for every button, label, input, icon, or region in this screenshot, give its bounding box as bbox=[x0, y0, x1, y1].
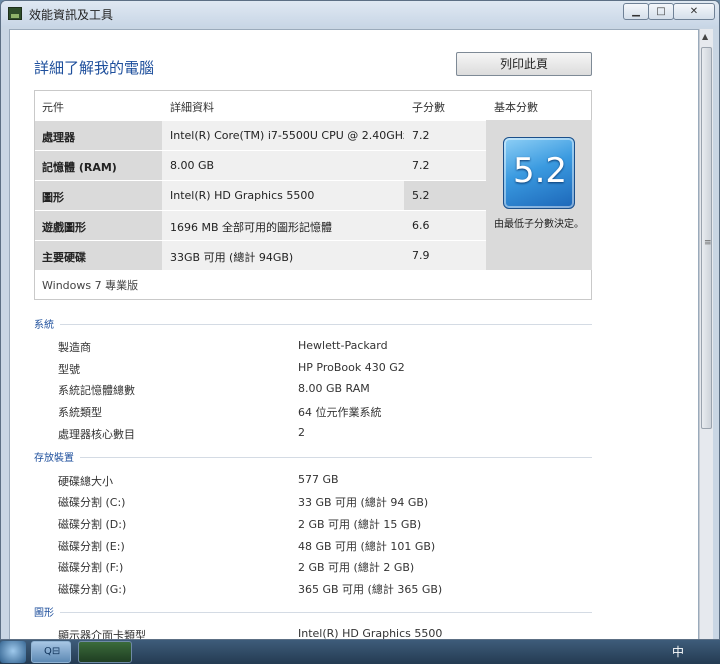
base-score-value: 5.2 bbox=[512, 151, 568, 191]
score-table: 元件 詳細資料 子分數 基本分數 處理器 Intel(R) Core(TM) i… bbox=[34, 90, 592, 300]
detail-cell: Intel(R) HD Graphics 5500 bbox=[162, 181, 404, 210]
base-score-note: 由最低子分數決定。 bbox=[494, 219, 584, 230]
vertical-scrollbar[interactable]: ▲ ≡ bbox=[699, 29, 713, 639]
component-cell: 記憶體 (RAM) bbox=[35, 151, 162, 180]
component-cell: 圖形 bbox=[35, 181, 162, 210]
start-button[interactable] bbox=[0, 641, 26, 663]
info-key: 處理器核心數目 bbox=[58, 428, 135, 441]
info-value: 48 GB 可用 (總計 101 GB) bbox=[298, 540, 436, 553]
header-detail: 詳細資料 bbox=[170, 101, 214, 114]
base-score-panel: 5.2 由最低子分數決定。 bbox=[486, 120, 592, 270]
subscore-cell: 7.2 bbox=[404, 121, 486, 150]
header-component: 元件 bbox=[42, 101, 64, 114]
maximize-button[interactable]: □ bbox=[648, 3, 674, 20]
subscore-cell: 6.6 bbox=[404, 211, 486, 240]
detail-cell: 1696 MB 全部可用的圖形記憶體 bbox=[162, 211, 404, 240]
window-title: 效能資訊及工具 bbox=[29, 8, 114, 22]
taskbar: Q⊟ 中 bbox=[0, 640, 720, 664]
info-key: 磁碟分割 (E:) bbox=[58, 540, 125, 553]
taskbar-app-thumbnail[interactable] bbox=[78, 641, 132, 663]
section-heading-system: 系統 bbox=[34, 320, 54, 331]
info-key: 磁碟分割 (G:) bbox=[58, 583, 127, 596]
section-divider bbox=[60, 612, 592, 613]
component-cell: 處理器 bbox=[35, 121, 162, 150]
content-pane: 詳細了解我的電腦 列印此頁 元件 詳細資料 子分數 基本分數 處理器 Intel… bbox=[9, 29, 699, 640]
scroll-up-arrow-icon[interactable]: ▲ bbox=[702, 32, 708, 41]
info-key: 系統類型 bbox=[58, 406, 102, 419]
info-value: 365 GB 可用 (總計 365 GB) bbox=[298, 583, 443, 596]
info-key: 磁碟分割 (C:) bbox=[58, 496, 126, 509]
table-row: 記憶體 (RAM) 8.00 GB 7.2 bbox=[35, 150, 486, 180]
info-value: 2 bbox=[298, 426, 305, 439]
section-heading-graphics: 圖形 bbox=[34, 608, 54, 619]
info-value: 577 GB bbox=[298, 473, 339, 486]
page-title: 詳細了解我的電腦 bbox=[34, 59, 155, 77]
table-row: 圖形 Intel(R) HD Graphics 5500 5.2 bbox=[35, 180, 486, 210]
info-value: Intel(R) HD Graphics 5500 bbox=[298, 627, 443, 640]
component-cell: 遊戲圖形 bbox=[35, 211, 162, 240]
section-divider bbox=[60, 324, 592, 325]
title-bar[interactable]: 效能資訊及工具 ▁ □ ✕ bbox=[1, 1, 719, 27]
section-divider bbox=[80, 457, 592, 458]
detail-cell: 33GB 可用 (總計 94GB) bbox=[162, 241, 404, 270]
performance-info-window: 效能資訊及工具 ▁ □ ✕ 詳細了解我的電腦 列印此頁 元件 詳細資料 子分數 … bbox=[0, 0, 720, 640]
component-cell: 主要硬碟 bbox=[35, 241, 162, 270]
print-button[interactable]: 列印此頁 bbox=[456, 52, 592, 76]
base-score-badge: 5.2 bbox=[503, 137, 575, 209]
lowest-subscore-cell: 5.2 bbox=[404, 181, 486, 210]
info-key: 顯示器介面卡類型 bbox=[58, 629, 146, 640]
info-key: 製造商 bbox=[58, 341, 91, 354]
header-subscore: 子分數 bbox=[412, 101, 445, 114]
info-key: 硬碟總大小 bbox=[58, 475, 113, 488]
detail-cell: Intel(R) Core(TM) i7-5500U CPU @ 2.40GHz bbox=[162, 121, 409, 150]
header-base-score: 基本分數 bbox=[494, 101, 538, 114]
info-key: 磁碟分割 (D:) bbox=[58, 518, 127, 531]
section-heading-storage: 存放裝置 bbox=[34, 453, 74, 464]
info-value: 2 GB 可用 (總計 2 GB) bbox=[298, 561, 415, 574]
minimize-button[interactable]: ▁ bbox=[623, 3, 649, 20]
info-value: 33 GB 可用 (總計 94 GB) bbox=[298, 496, 429, 509]
table-row: 處理器 Intel(R) Core(TM) i7-5500U CPU @ 2.4… bbox=[35, 120, 486, 150]
input-method-indicator[interactable]: 中 bbox=[672, 643, 684, 660]
info-key: 系統記憶體總數 bbox=[58, 384, 135, 397]
app-icon bbox=[8, 7, 22, 20]
detail-cell: 8.00 GB bbox=[162, 151, 404, 180]
info-value: Hewlett-Packard bbox=[298, 339, 388, 352]
close-button[interactable]: ✕ bbox=[673, 3, 715, 20]
info-value: 2 GB 可用 (總計 15 GB) bbox=[298, 518, 422, 531]
subscore-cell: 7.9 bbox=[404, 241, 486, 270]
info-value: 64 位元作業系統 bbox=[298, 406, 382, 419]
subscore-cell: 7.2 bbox=[404, 151, 486, 180]
taskbar-app-label: Q⊟ bbox=[44, 646, 61, 657]
grip-icon: ≡ bbox=[704, 238, 712, 248]
table-row: 遊戲圖形 1696 MB 全部可用的圖形記憶體 6.6 bbox=[35, 210, 486, 240]
info-value: 8.00 GB RAM bbox=[298, 382, 370, 395]
table-row: 主要硬碟 33GB 可用 (總計 94GB) 7.9 bbox=[35, 240, 486, 270]
info-value: HP ProBook 430 G2 bbox=[298, 361, 405, 374]
windows-edition: Windows 7 專業版 bbox=[42, 279, 139, 292]
info-key: 磁碟分割 (F:) bbox=[58, 561, 124, 574]
scrollbar-thumb[interactable]: ≡ bbox=[701, 47, 712, 429]
taskbar-app-performance[interactable]: Q⊟ bbox=[31, 641, 71, 663]
info-key: 型號 bbox=[58, 363, 80, 376]
